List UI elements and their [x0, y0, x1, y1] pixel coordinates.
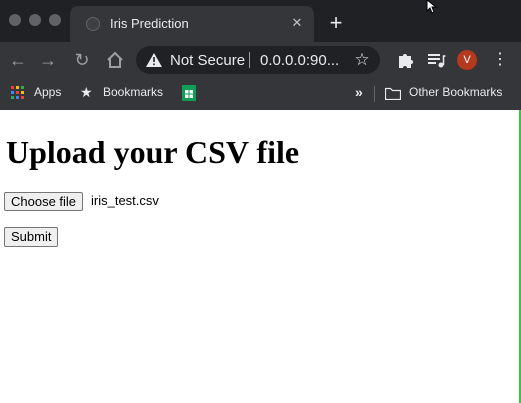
bookmark-bookmarks[interactable]: Bookmarks	[103, 85, 163, 99]
close-icon[interactable]: ✕	[288, 14, 306, 32]
bookmark-star-icon[interactable]: ☆	[352, 50, 372, 70]
globe-icon	[86, 17, 100, 31]
chevron-double-right-icon[interactable]: »	[355, 84, 363, 100]
omnibox-divider	[249, 52, 250, 68]
forward-arrow-icon[interactable]: →	[36, 48, 60, 72]
bookmarks-bar: Apps ★ Bookmarks » Other Bookmarks	[0, 78, 521, 110]
spreadsheet-icon[interactable]	[182, 85, 196, 101]
toolbar: ← → ↻ Not Secure 0.0.0.0:90... ☆ V ⋮	[0, 42, 521, 78]
page-title: Upload your CSV file	[6, 134, 300, 170]
back-arrow-icon[interactable]: ←	[6, 48, 30, 72]
address-bar[interactable]: Not Secure 0.0.0.0:90... ☆	[136, 46, 380, 74]
reload-icon[interactable]: ↻	[70, 48, 94, 72]
home-icon[interactable]	[103, 48, 127, 72]
star-icon: ★	[80, 84, 93, 100]
profile-avatar[interactable]: V	[457, 50, 477, 70]
folder-icon	[385, 87, 401, 100]
browser-chrome: Iris Prediction ✕ + ← → ↻ Not Secure 0.0…	[0, 0, 521, 110]
more-menu-icon[interactable]: ⋮	[488, 48, 512, 72]
url-text[interactable]: 0.0.0.0:90...	[260, 52, 348, 69]
security-label[interactable]: Not Secure	[170, 52, 245, 69]
mouse-cursor-icon	[426, 0, 438, 14]
apps-grid-icon	[11, 86, 24, 99]
warning-icon	[146, 53, 162, 67]
tab-strip: Iris Prediction ✕ +	[0, 0, 521, 42]
window-minimize-dot[interactable]	[29, 14, 41, 26]
selected-file-name: iris_test.csv	[91, 193, 159, 208]
media-queue-icon[interactable]	[424, 48, 448, 72]
window-maximize-dot[interactable]	[49, 14, 61, 26]
extensions-puzzle-icon[interactable]	[393, 48, 417, 72]
bookmarks-separator	[374, 86, 375, 102]
window-close-dot[interactable]	[9, 14, 21, 26]
page-content: Upload your CSV file Choose file iris_te…	[0, 110, 521, 403]
new-tab-icon[interactable]: +	[325, 12, 347, 34]
tab-title: Iris Prediction	[110, 16, 189, 31]
bookmark-other[interactable]: Other Bookmarks	[409, 85, 502, 99]
tab-iris-prediction[interactable]: Iris Prediction ✕	[70, 6, 314, 42]
choose-file-button[interactable]: Choose file	[4, 192, 84, 211]
bookmark-apps[interactable]: Apps	[34, 85, 61, 99]
submit-button[interactable]: Submit	[4, 227, 59, 247]
